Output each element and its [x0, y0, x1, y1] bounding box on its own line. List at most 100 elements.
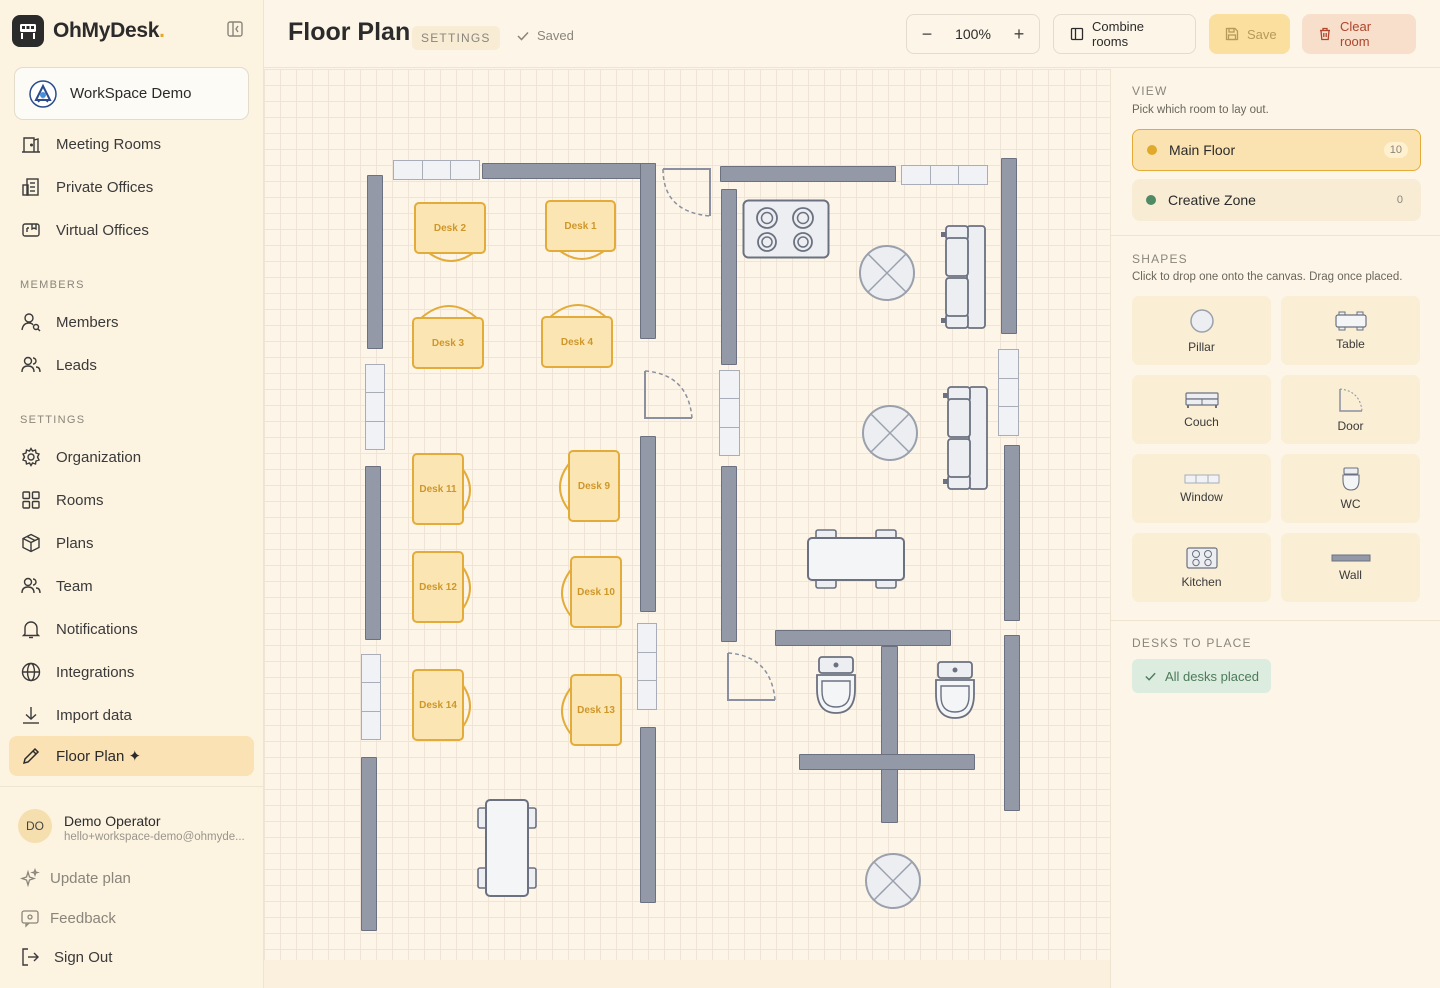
save-button[interactable]: Save — [1209, 14, 1290, 54]
wall-icon — [1331, 554, 1370, 561]
wc[interactable] — [814, 655, 858, 717]
wall[interactable] — [640, 436, 656, 612]
wall[interactable] — [365, 466, 381, 640]
wall[interactable] — [1004, 445, 1020, 621]
wall[interactable] — [1001, 158, 1017, 334]
nav-private-offices[interactable]: Private Offices — [9, 167, 254, 207]
wall[interactable] — [721, 189, 737, 365]
pillar[interactable] — [864, 852, 922, 910]
zoom-out-button[interactable]: − — [919, 24, 935, 45]
update-plan-link[interactable]: Update plan — [20, 864, 131, 892]
shape-wc[interactable]: WC — [1281, 454, 1420, 523]
door[interactable] — [661, 167, 713, 219]
shape-pillar[interactable]: Pillar — [1132, 296, 1271, 365]
window[interactable] — [901, 165, 988, 185]
shape-couch[interactable]: Couch — [1132, 375, 1271, 444]
window[interactable] — [365, 364, 385, 450]
nav-organization[interactable]: Organization — [9, 437, 254, 477]
divider — [1111, 235, 1440, 236]
nav-leads[interactable]: Leads — [9, 345, 254, 385]
kitchen[interactable] — [742, 199, 830, 259]
desk-label: Desk 4 — [541, 316, 613, 368]
canvas-scrollbar-area[interactable] — [264, 960, 1110, 988]
wc[interactable] — [933, 660, 977, 722]
wall[interactable] — [775, 630, 951, 646]
door[interactable] — [643, 369, 695, 421]
room-creative-zone[interactable]: Creative Zone 0 — [1132, 179, 1421, 221]
nav-rooms[interactable]: Rooms — [9, 480, 254, 520]
clear-room-button[interactable]: Clear room — [1302, 14, 1416, 54]
nav-floor-plan[interactable]: Floor Plan ✦ — [9, 736, 254, 776]
wall[interactable] — [640, 163, 656, 339]
desk-1[interactable]: Desk 1 — [545, 200, 616, 260]
window[interactable] — [361, 654, 381, 740]
floor-plan-canvas[interactable]: Desk 2 Desk 1 Desk 3 Desk 4 Desk 11 Desk… — [264, 69, 1110, 960]
desk-4[interactable]: Desk 4 — [541, 304, 613, 368]
desk-11[interactable]: Desk 11 — [412, 453, 471, 525]
window[interactable] — [637, 623, 657, 710]
collapse-sidebar-icon[interactable] — [226, 20, 246, 40]
shape-window[interactable]: Window — [1132, 454, 1271, 523]
wall[interactable] — [640, 727, 656, 903]
nav-notifications[interactable]: Notifications — [9, 609, 254, 649]
user-name: Demo Operator — [64, 813, 161, 829]
desk-14[interactable]: Desk 14 — [412, 669, 471, 741]
feedback-label: Feedback — [50, 909, 116, 927]
wall[interactable] — [482, 163, 656, 179]
nav-label: Members — [56, 313, 119, 331]
desk-2[interactable]: Desk 2 — [414, 202, 486, 262]
sign-out-link[interactable]: Sign Out — [20, 943, 112, 971]
shape-table[interactable]: Table — [1281, 296, 1420, 365]
shape-kitchen[interactable]: Kitchen — [1132, 533, 1271, 602]
pillar[interactable] — [861, 404, 919, 462]
nav-import-data[interactable]: Import data — [9, 695, 254, 735]
desk-3[interactable]: Desk 3 — [412, 305, 484, 369]
nav-plans[interactable]: Plans — [9, 523, 254, 563]
door[interactable] — [726, 651, 778, 703]
zoom-in-button[interactable]: + — [1011, 24, 1027, 45]
grid-icon — [20, 489, 42, 511]
zoom-level: 100% — [955, 26, 991, 42]
user-profile[interactable]: DO Demo Operator hello+workspace-demo@oh… — [0, 786, 263, 866]
wall[interactable] — [721, 466, 737, 642]
nav-virtual-offices[interactable]: Virtual Offices — [9, 210, 254, 250]
room-name: Creative Zone — [1168, 192, 1256, 208]
combine-rooms-button[interactable]: Combine rooms — [1053, 14, 1196, 54]
brand[interactable]: OhMyDesk. — [12, 14, 165, 48]
room-main-floor[interactable]: Main Floor 10 — [1132, 129, 1421, 171]
nav-label: Team — [56, 577, 93, 595]
window[interactable] — [719, 370, 740, 456]
table[interactable] — [476, 798, 538, 898]
nav-label: Floor Plan ✦ — [56, 748, 142, 765]
check-icon — [517, 31, 529, 41]
shape-door[interactable]: Door — [1281, 375, 1420, 444]
desk-10[interactable]: Desk 10 — [561, 556, 622, 628]
couch-icon — [1184, 391, 1219, 408]
desk-9[interactable]: Desk 9 — [559, 450, 620, 522]
couch[interactable] — [940, 224, 988, 330]
couch[interactable] — [942, 385, 990, 491]
kitchen-icon — [1185, 546, 1218, 569]
nav-integrations[interactable]: Integrations — [9, 652, 254, 692]
window[interactable] — [393, 160, 480, 180]
wall[interactable] — [881, 646, 898, 823]
wall[interactable] — [720, 166, 896, 182]
table[interactable] — [806, 528, 906, 590]
pillar[interactable] — [858, 244, 916, 302]
shape-wall[interactable]: Wall — [1281, 533, 1420, 602]
nav-members[interactable]: Members — [9, 302, 254, 342]
wall[interactable] — [799, 754, 975, 770]
desk-13[interactable]: Desk 13 — [561, 674, 622, 746]
workspace-switcher[interactable]: WorkSpace Demo — [14, 67, 249, 120]
window[interactable] — [998, 349, 1019, 436]
nav-meeting-rooms[interactable]: Meeting Rooms — [9, 124, 254, 164]
wall[interactable] — [1004, 635, 1020, 811]
feedback-link[interactable]: Feedback — [20, 904, 116, 932]
settings-badge[interactable]: SETTINGS — [412, 26, 500, 50]
desk-12[interactable]: Desk 12 — [412, 551, 471, 623]
nav-label: Organization — [56, 448, 142, 466]
wall[interactable] — [361, 757, 377, 931]
nav-team[interactable]: Team — [9, 566, 254, 606]
wall[interactable] — [367, 175, 383, 349]
nav-label: Plans — [56, 534, 94, 552]
